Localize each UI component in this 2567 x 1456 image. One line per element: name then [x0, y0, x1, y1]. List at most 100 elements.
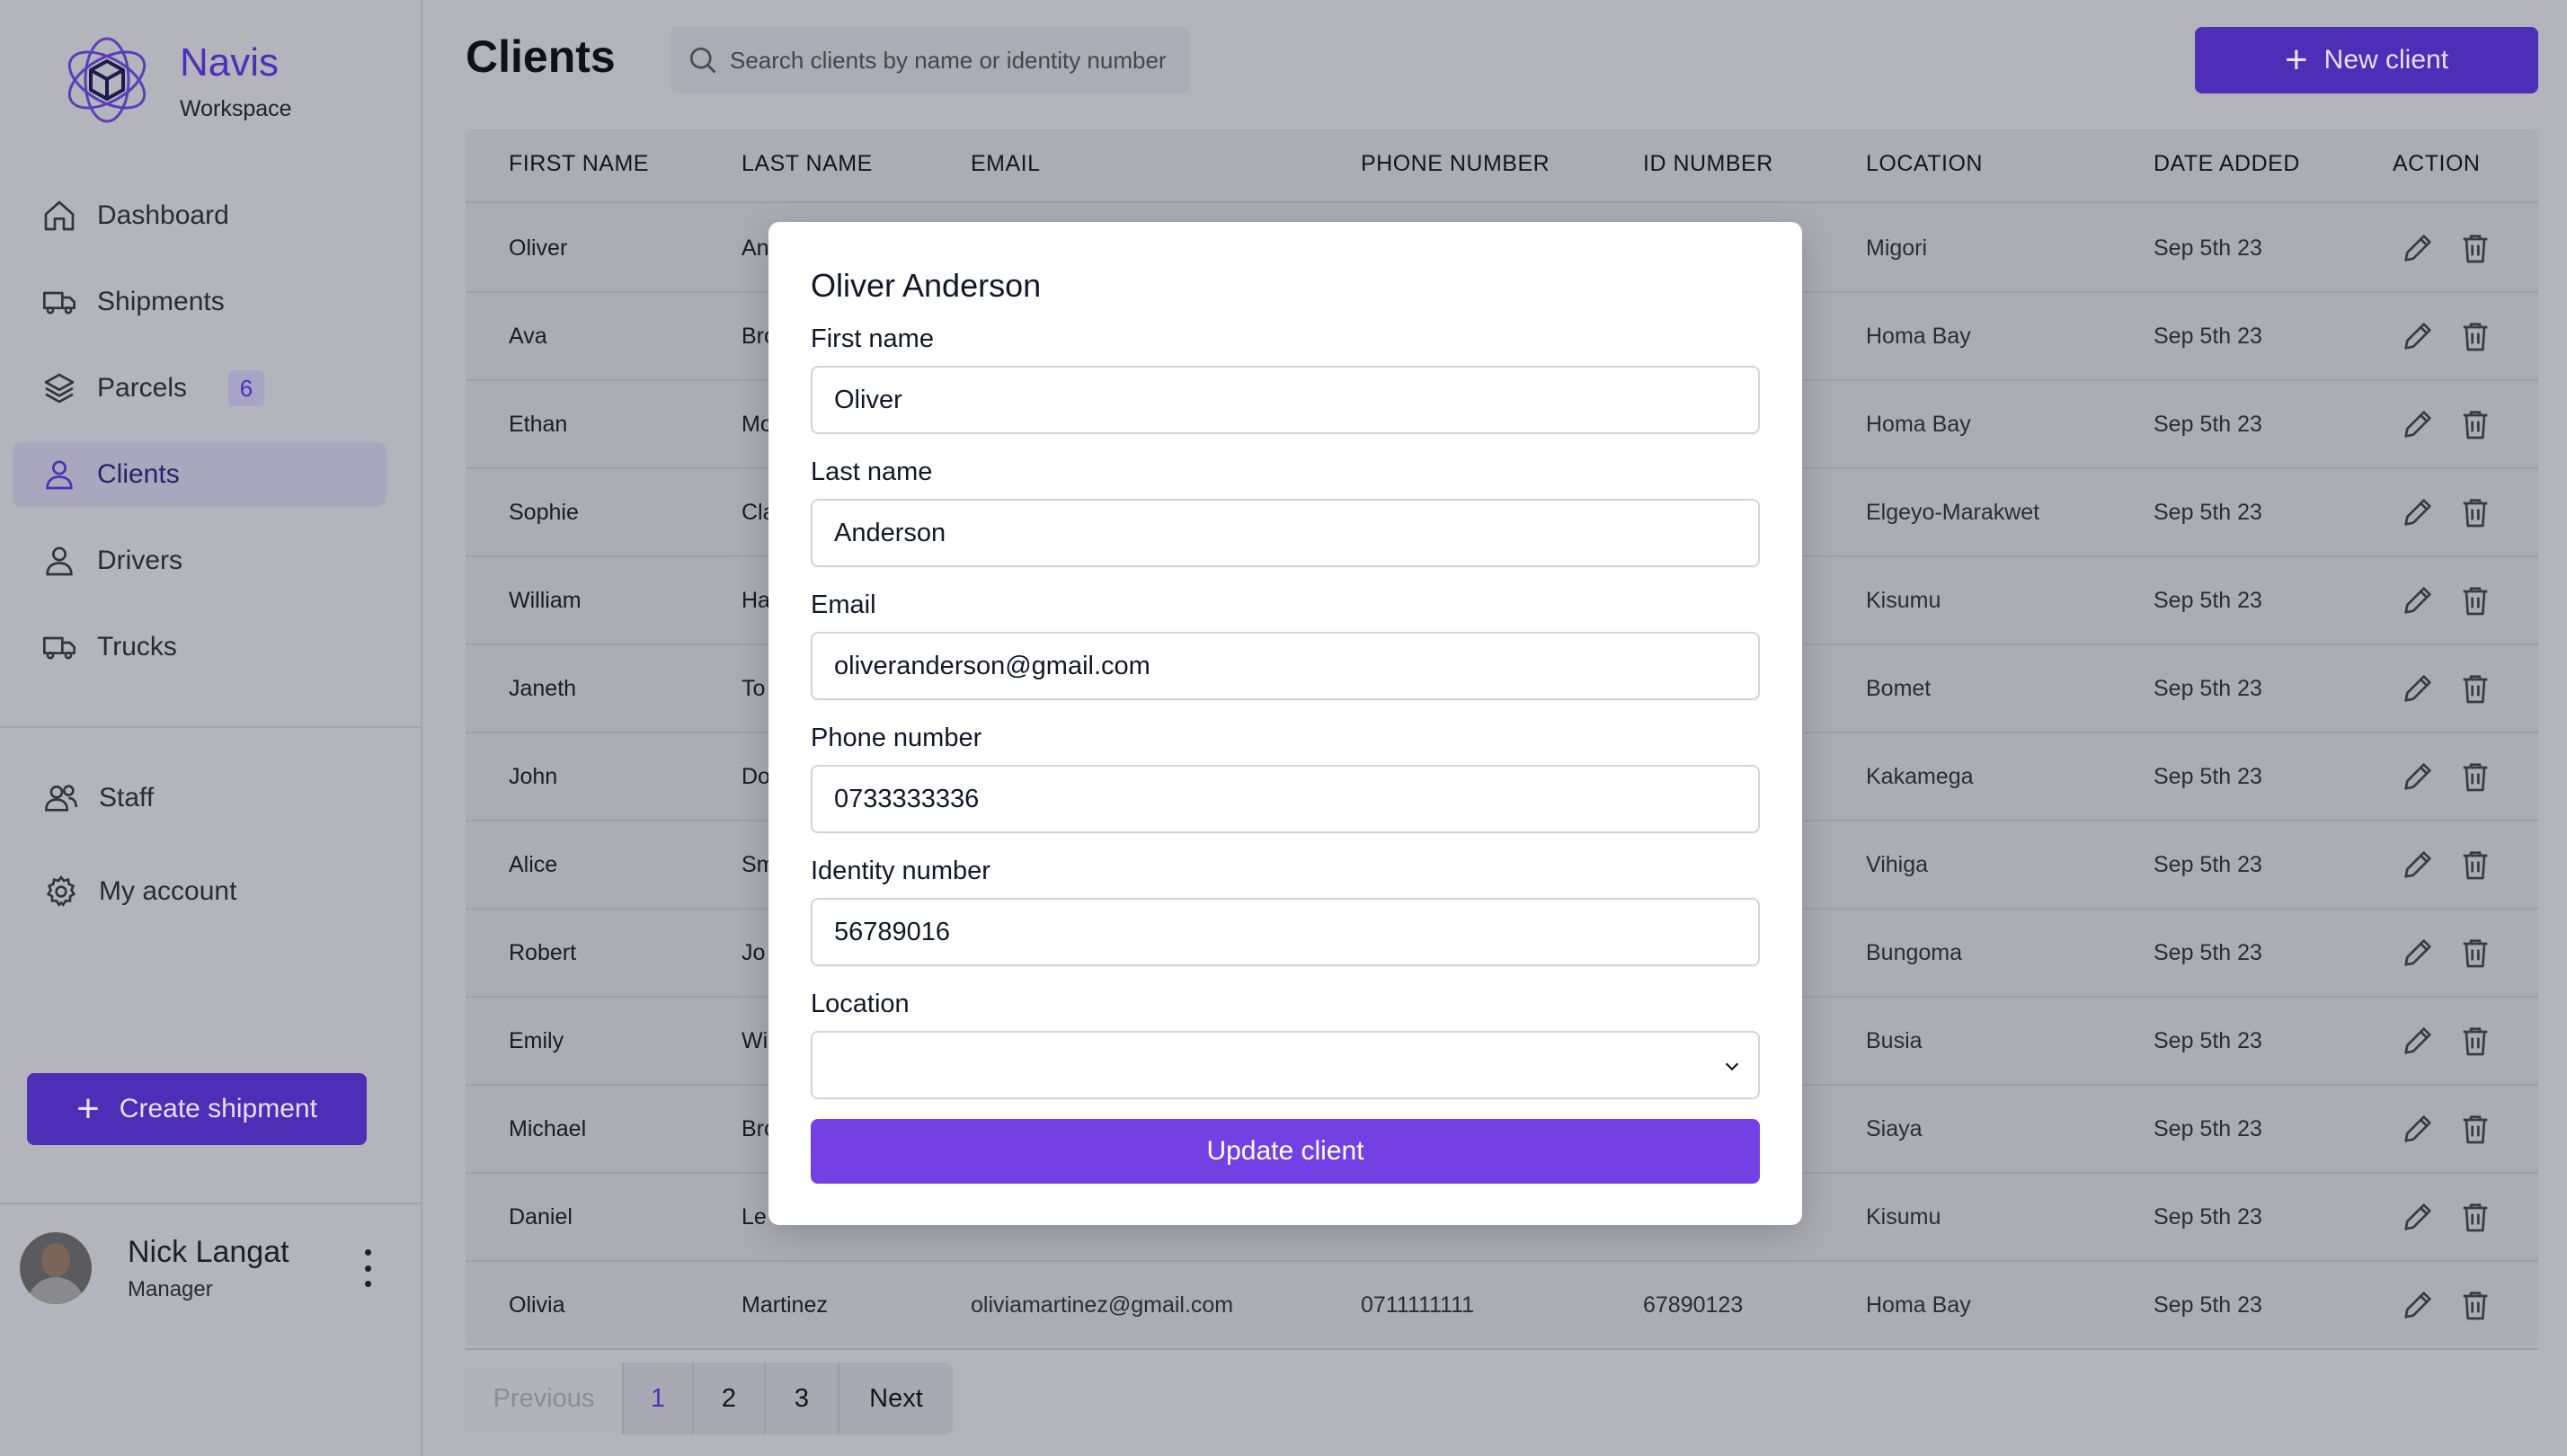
page-button-3[interactable]: 3	[766, 1363, 839, 1434]
edit-icon[interactable]	[2400, 1287, 2436, 1323]
last-name-field[interactable]	[811, 499, 1760, 567]
cell-first-name: William	[509, 588, 582, 613]
delete-icon[interactable]	[2457, 406, 2493, 442]
edit-icon[interactable]	[2400, 847, 2436, 883]
edit-icon[interactable]	[2400, 318, 2436, 354]
phone-label: Phone number	[811, 724, 982, 752]
create-shipment-button[interactable]: + Create shipment	[27, 1073, 367, 1145]
sidebar-item-shipments[interactable]: Shipments	[13, 270, 386, 334]
cell-date-added: Sep 5th 23	[2154, 1028, 2262, 1053]
delete-icon[interactable]	[2457, 759, 2493, 795]
sidebar-item-staff[interactable]: Staff	[13, 766, 386, 830]
email-field[interactable]	[811, 632, 1760, 700]
sidebar-item-drivers[interactable]: Drivers	[13, 528, 386, 593]
delete-icon[interactable]	[2457, 1287, 2493, 1323]
more-options-icon[interactable]	[354, 1244, 381, 1292]
new-client-button[interactable]: + New client	[2195, 27, 2538, 93]
delete-icon[interactable]	[2457, 230, 2493, 266]
edit-icon[interactable]	[2400, 230, 2436, 266]
email-input[interactable]	[813, 634, 1758, 698]
cell-phone: 0711111111	[1361, 1292, 1475, 1318]
plus-icon: +	[2284, 38, 2308, 82]
email-label: Email	[811, 590, 876, 619]
phone-input[interactable]	[813, 767, 1758, 831]
gear-icon	[46, 875, 76, 907]
cell-last-name: Jo	[742, 940, 766, 965]
sidebar-item-my-account[interactable]: My account	[13, 859, 386, 924]
column-header: PHONE NUMBER	[1361, 151, 1550, 176]
avatar[interactable]	[20, 1232, 92, 1304]
identity-input[interactable]	[813, 900, 1758, 964]
edit-icon[interactable]	[2400, 1111, 2436, 1147]
cell-first-name: Oliver	[509, 235, 568, 261]
edit-icon[interactable]	[2400, 670, 2436, 706]
first-name-input[interactable]	[813, 368, 1758, 432]
cell-last-name: Ha	[742, 588, 770, 613]
page-button-2[interactable]: 2	[694, 1363, 766, 1434]
sidebar-item-label: Parcels	[97, 373, 188, 403]
page-button-1[interactable]: 1	[624, 1363, 694, 1434]
delete-icon[interactable]	[2457, 670, 2493, 706]
delete-icon[interactable]	[2457, 935, 2493, 971]
sidebar-item-dashboard[interactable]: Dashboard	[13, 183, 386, 248]
location-select[interactable]	[811, 1031, 1760, 1099]
delete-icon[interactable]	[2457, 1199, 2493, 1235]
cell-location: Kisumu	[1866, 588, 1941, 613]
next-page-button[interactable]: Next	[839, 1363, 953, 1434]
identity-field[interactable]	[811, 898, 1760, 966]
delete-icon[interactable]	[2457, 847, 2493, 883]
update-client-button[interactable]: Update client	[811, 1119, 1760, 1184]
previous-page-button[interactable]: Previous	[466, 1363, 624, 1434]
cell-location: Kakamega	[1866, 764, 1974, 789]
cell-location: Homa Bay	[1866, 412, 1971, 437]
sidebar-item-label: Staff	[99, 783, 155, 812]
cell-date-added: Sep 5th 23	[2154, 1292, 2262, 1318]
cell-id-number: 67890123	[1643, 1292, 1744, 1318]
sidebar-divider	[0, 726, 422, 728]
sidebar-item-label: Dashboard	[97, 200, 229, 230]
create-shipment-label: Create shipment	[119, 1094, 317, 1123]
pagination: Previous 1 2 3 Next	[466, 1363, 953, 1434]
edit-icon[interactable]	[2400, 582, 2436, 618]
cell-first-name: Ethan	[509, 412, 568, 437]
profile-role: Manager	[128, 1276, 213, 1301]
cell-first-name: Emily	[509, 1028, 564, 1053]
edit-icon[interactable]	[2400, 759, 2436, 795]
sidebar-item-clients[interactable]: Clients	[13, 442, 386, 507]
secondary-nav: Staff My account	[13, 766, 386, 953]
cell-location: Migori	[1866, 235, 1928, 261]
edit-icon[interactable]	[2400, 935, 2436, 971]
column-header: ID NUMBER	[1643, 151, 1773, 176]
sidebar-item-trucks[interactable]: Trucks	[13, 615, 386, 679]
delete-icon[interactable]	[2457, 582, 2493, 618]
last-name-input[interactable]	[813, 501, 1758, 565]
phone-field[interactable]	[811, 765, 1760, 833]
edit-icon[interactable]	[2400, 1199, 2436, 1235]
first-name-field[interactable]	[811, 366, 1760, 434]
edit-icon[interactable]	[2400, 406, 2436, 442]
cell-first-name: Robert	[509, 940, 577, 965]
delete-icon[interactable]	[2457, 1111, 2493, 1147]
sidebar-item-parcels[interactable]: Parcels 6	[13, 356, 386, 421]
column-header: DATE ADDED	[2154, 151, 2300, 176]
edit-icon[interactable]	[2400, 1023, 2436, 1059]
search-icon	[689, 47, 716, 74]
delete-icon[interactable]	[2457, 318, 2493, 354]
profile-name: Nick Langat	[128, 1234, 289, 1269]
sidebar-item-label: Drivers	[97, 546, 182, 575]
cell-first-name: Alice	[509, 852, 558, 877]
brand[interactable]: Navis Workspace	[58, 31, 292, 129]
column-header: LAST NAME	[742, 151, 873, 176]
cell-location: Homa Bay	[1866, 324, 1971, 349]
edit-icon[interactable]	[2400, 494, 2436, 530]
sidebar-item-label: Shipments	[97, 287, 225, 316]
last-name-label: Last name	[811, 457, 933, 486]
search-bar[interactable]	[671, 27, 1190, 93]
home-icon	[44, 200, 75, 231]
delete-icon[interactable]	[2457, 494, 2493, 530]
users-icon	[44, 785, 77, 812]
cell-first-name: Daniel	[509, 1204, 573, 1230]
delete-icon[interactable]	[2457, 1023, 2493, 1059]
search-input[interactable]	[730, 46, 1179, 75]
cell-date-added: Sep 5th 23	[2154, 764, 2262, 789]
